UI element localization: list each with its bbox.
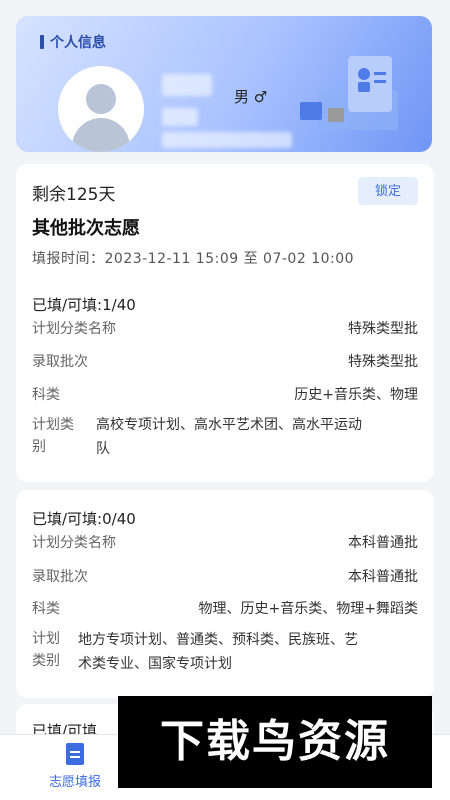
gender-text: 男 ♂ — [234, 88, 268, 106]
plan-name-label: 计划分类名称 — [32, 321, 116, 337]
watermark-overlay: 下载鸟资源 — [118, 696, 432, 788]
plan-name-label: 计划分类名称 — [32, 535, 116, 551]
admission-batch-value: 特殊类型批 — [348, 354, 418, 370]
plan-type-label: 计划 类别 — [32, 631, 60, 669]
subject-value: 物理、历史+音乐类、物理+舞蹈类 — [198, 601, 418, 617]
volunteer-batch-card: 已填/可填:0/40 计划分类名称 本科普通批 录取批次 本科普通批 科类 物理… — [16, 490, 434, 698]
subject-label: 科类 — [32, 387, 60, 403]
filled-count: 已填/可填:0/40 — [32, 510, 136, 528]
decorative-id-illustration — [300, 56, 398, 130]
fill-time: 填报时间：2023-12-11 15:09 至 07-02 10:00 — [32, 251, 355, 267]
filled-count: 已填/可填:1/40 — [32, 296, 136, 314]
admission-batch-value: 本科普通批 — [348, 569, 418, 585]
volunteer-batch-card: 剩余125天 锁定 其他批次志愿 填报时间：2023-12-11 15:09 至… — [16, 164, 434, 482]
batch-title: 其他批次志愿 — [32, 218, 140, 239]
profile-heading-text: 个人信息 — [50, 35, 106, 51]
document-icon — [66, 743, 84, 765]
remaining-days: 剩余125天 — [32, 185, 116, 205]
admission-batch-label: 录取批次 — [32, 569, 88, 585]
info-redacted — [162, 108, 198, 126]
plan-type-value: 地方专项计划、普通类、预科类、民族班、艺 术类专业、国家专项计划 — [78, 632, 358, 672]
admission-batch-label: 录取批次 — [32, 354, 88, 370]
info-redacted — [162, 132, 292, 148]
nav-label: 志愿填报 — [48, 775, 101, 790]
lock-button[interactable]: 锁定 — [358, 177, 418, 205]
name-redacted — [162, 74, 212, 96]
profile-card: 个人信息 男 ♂ — [16, 16, 432, 152]
avatar — [58, 66, 144, 152]
subject-label: 科类 — [32, 601, 60, 617]
plan-name-value: 本科普通批 — [348, 535, 418, 551]
plan-type-label: 计划类 别 — [32, 417, 74, 455]
subject-value: 历史+音乐类、物理 — [294, 387, 418, 403]
nav-volunteer-fill[interactable]: 志愿填报 — [40, 743, 110, 795]
profile-heading: 个人信息 — [40, 32, 106, 52]
heading-bar — [40, 35, 44, 49]
plan-name-value: 特殊类型批 — [348, 321, 418, 337]
plan-type-value: 高校专项计划、高水平艺术团、高水平运动 队 — [96, 417, 362, 457]
